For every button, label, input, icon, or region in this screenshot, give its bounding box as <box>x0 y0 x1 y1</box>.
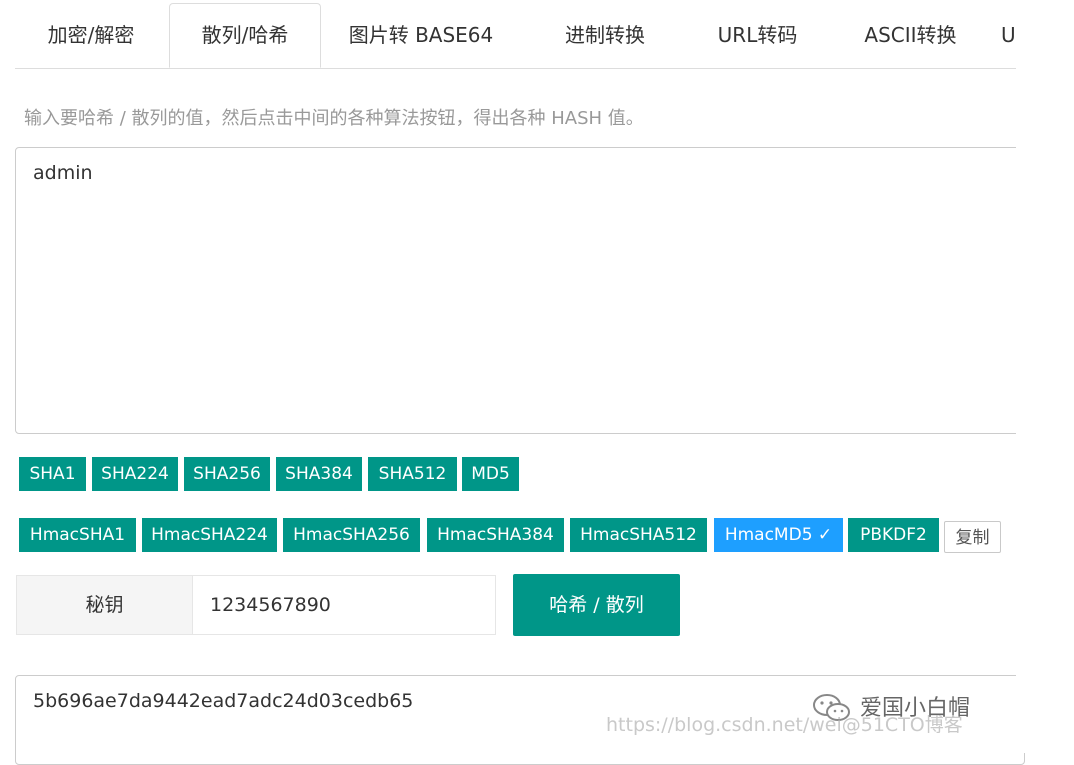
tab-image-base64[interactable]: 图片转 BASE64 <box>321 4 521 67</box>
secret-key-group: 秘钥 <box>16 575 496 635</box>
hmac-sha224-button[interactable]: HmacSHA224 <box>142 518 277 552</box>
hmac-sha256-button[interactable]: HmacSHA256 <box>283 518 420 552</box>
copy-button[interactable]: 复制 <box>944 521 1001 553</box>
tab-unicode-partial[interactable]: U <box>1001 4 1016 67</box>
sha384-button[interactable]: SHA384 <box>276 457 362 491</box>
tab-base-conversion[interactable]: 进制转换 <box>525 4 685 67</box>
page-edge <box>1016 0 1074 753</box>
tab-bar: 加密/解密 散列/哈希 图片转 BASE64 进制转换 URL转码 ASCII转… <box>15 0 1016 69</box>
hash-submit-button[interactable]: 哈希 / 散列 <box>513 574 680 636</box>
sha224-button[interactable]: SHA224 <box>92 457 178 491</box>
hmac-sha512-button[interactable]: HmacSHA512 <box>570 518 707 552</box>
secret-key-input[interactable] <box>193 576 495 634</box>
sha256-button[interactable]: SHA256 <box>184 457 270 491</box>
sha512-button[interactable]: SHA512 <box>368 457 457 491</box>
sha1-button[interactable]: SHA1 <box>19 457 86 491</box>
hmac-sha1-button[interactable]: HmacSHA1 <box>19 518 136 552</box>
pbkdf2-button[interactable]: PBKDF2 <box>848 518 939 552</box>
tab-hash[interactable]: 散列/哈希 <box>169 3 321 68</box>
hmac-sha384-button[interactable]: HmacSHA384 <box>427 518 564 552</box>
hmac-md5-button[interactable]: HmacMD5 ✓ <box>714 518 843 552</box>
tab-encrypt-decrypt[interactable]: 加密/解密 <box>15 4 167 67</box>
secret-key-label: 秘钥 <box>17 576 193 634</box>
input-textarea[interactable]: admin <box>15 147 1025 434</box>
tab-url-encode[interactable]: URL转码 <box>685 4 830 67</box>
watermark-url: https://blog.csdn.net/wei@51CTO博客 <box>606 714 963 736</box>
md5-button[interactable]: MD5 <box>462 457 519 491</box>
instruction-hint: 输入要哈希 / 散列的值，然后点击中间的各种算法按钮，得出各种 HASH 值。 <box>24 108 644 129</box>
tab-ascii[interactable]: ASCII转换 <box>833 4 988 67</box>
